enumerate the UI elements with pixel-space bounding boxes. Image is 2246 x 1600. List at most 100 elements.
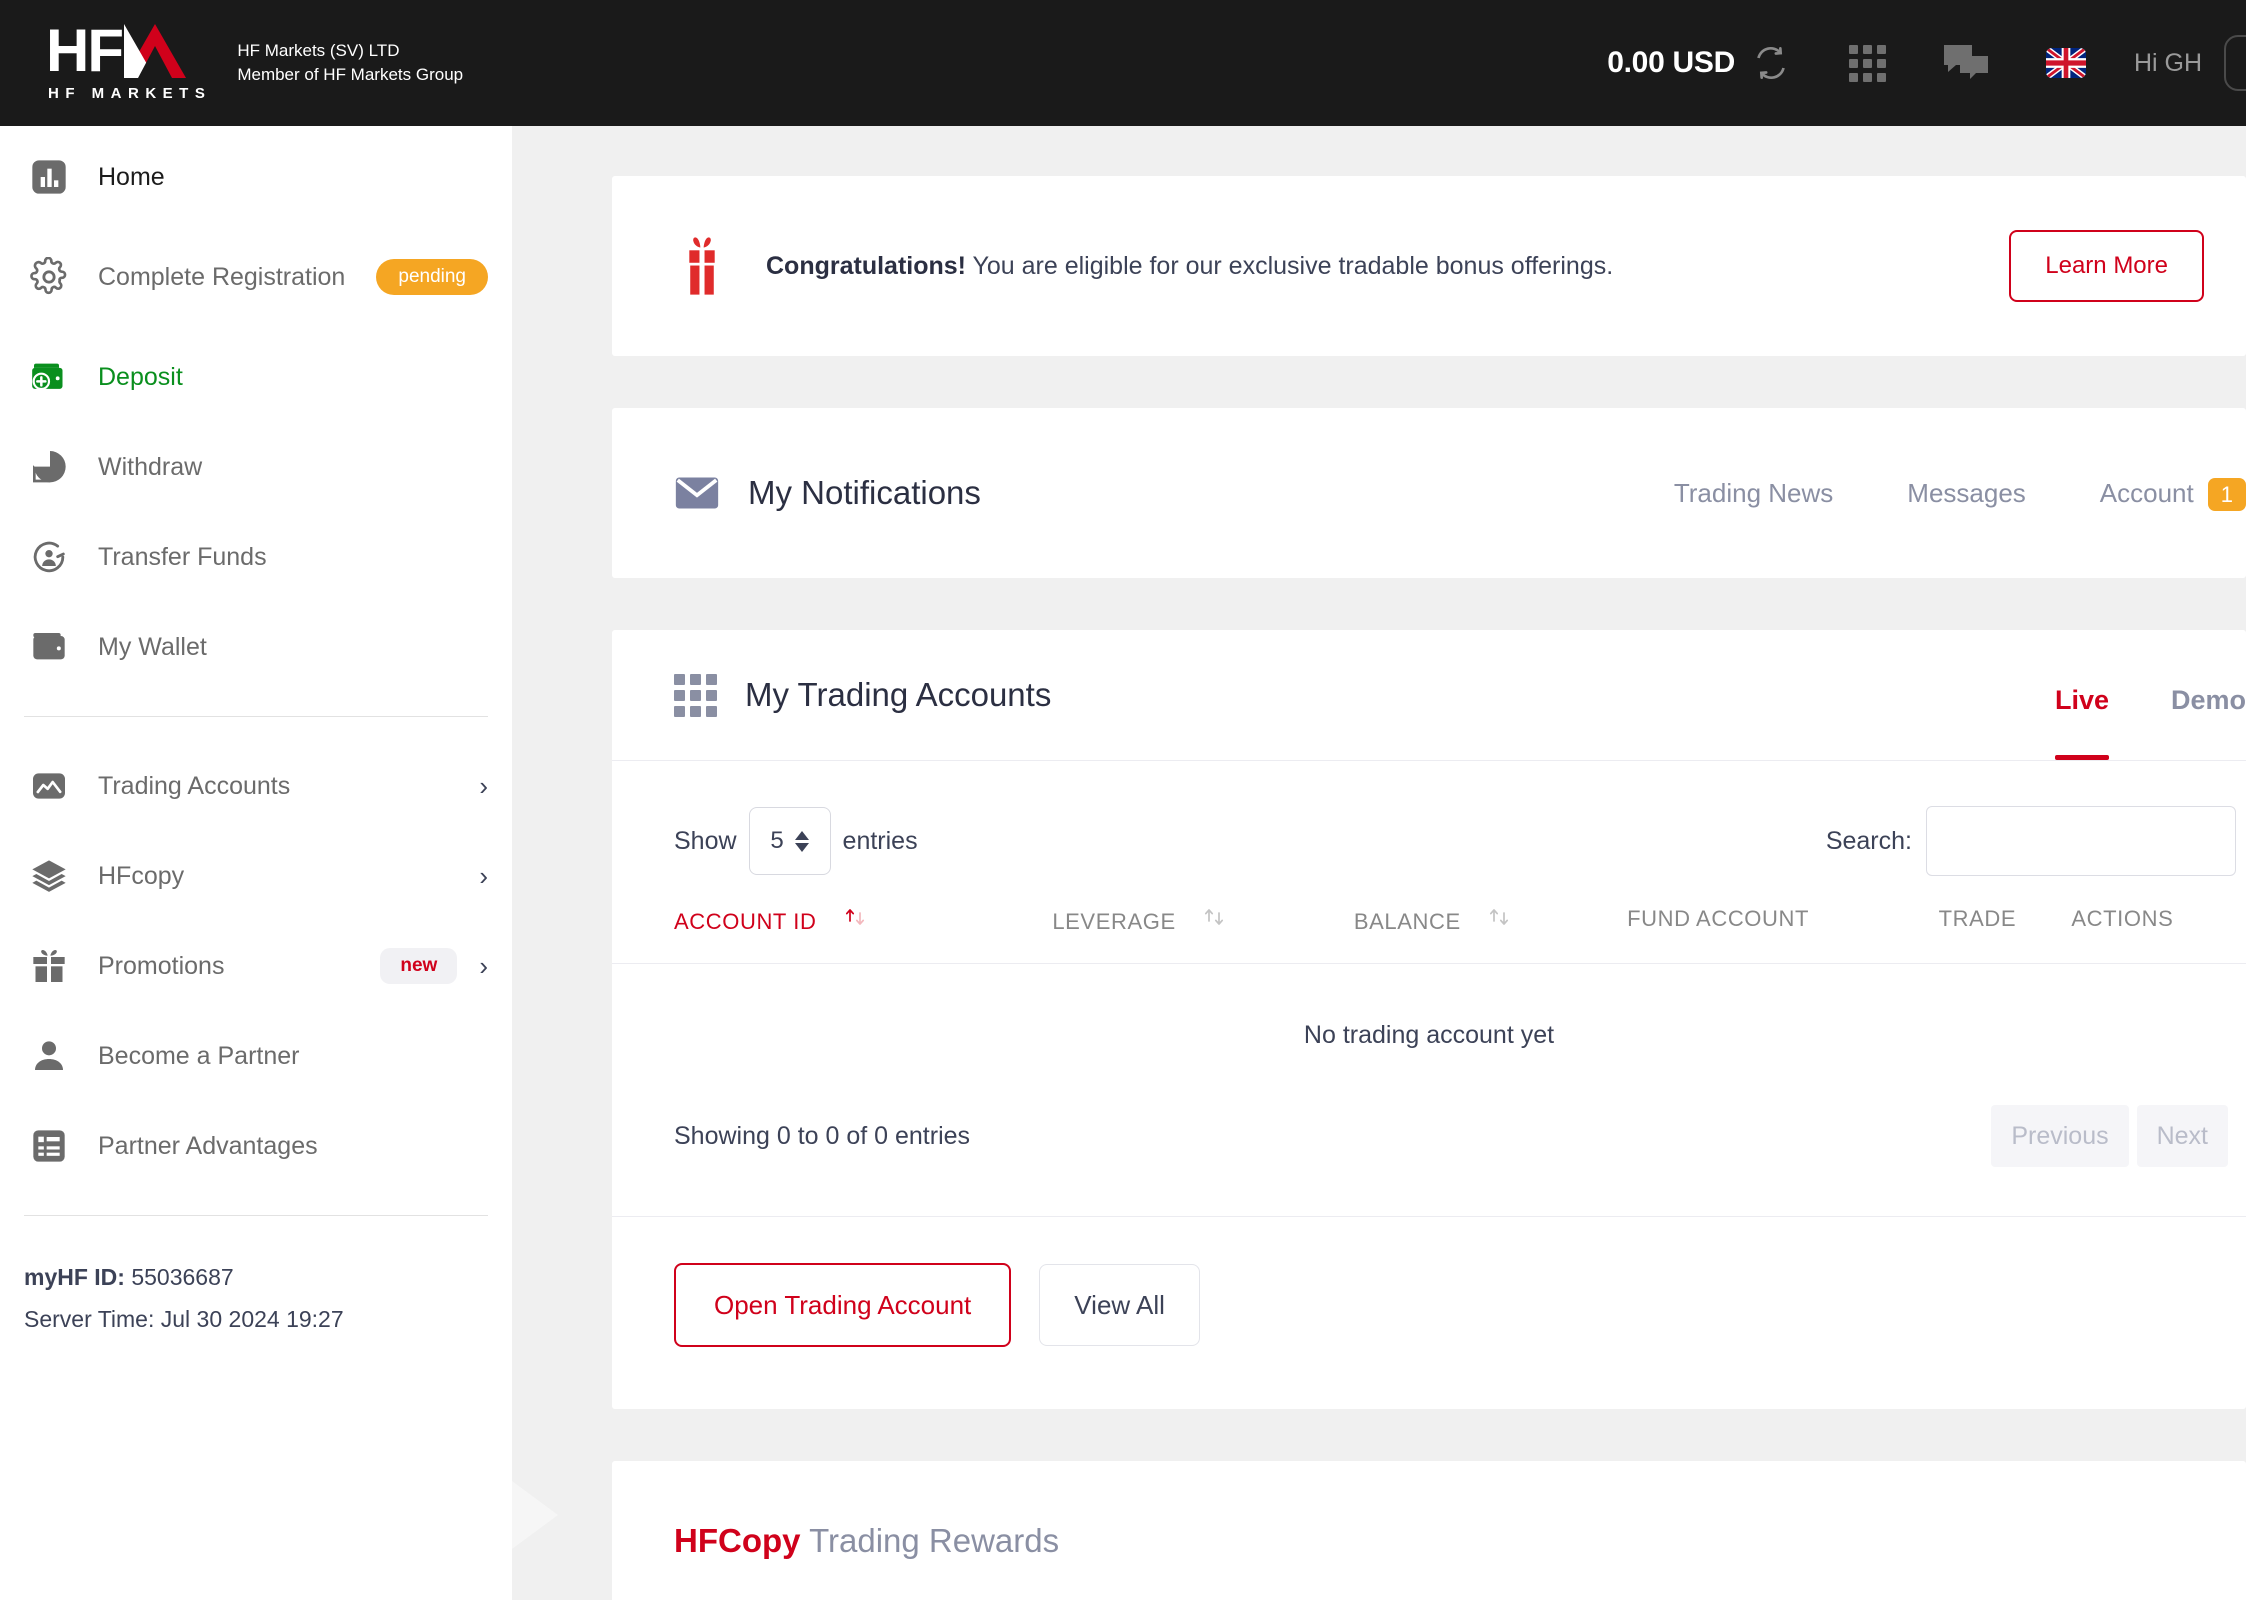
tab-messages[interactable]: Messages xyxy=(1907,477,2026,509)
bar-chart-icon xyxy=(26,154,72,200)
column-leverage[interactable]: LEVERAGE xyxy=(1052,873,1354,964)
user-greeting[interactable]: Hi GH xyxy=(2134,49,2202,78)
top-bar: HF HF MARKETS HF Markets (SV) LTD Member… xyxy=(0,0,2246,126)
server-time-value: Jul 30 2024 19:27 xyxy=(161,1306,344,1332)
sidebar-item-partner-advantages[interactable]: Partner Advantages xyxy=(0,1101,512,1191)
sidebar-item-become-a-partner[interactable]: Become a Partner xyxy=(0,1011,512,1101)
open-trading-account-button[interactable]: Open Trading Account xyxy=(674,1263,1011,1347)
sidebar-item-label: Home xyxy=(98,160,165,194)
tab-account[interactable]: Account 1 xyxy=(2100,477,2246,509)
logo-hf-text: HF xyxy=(46,24,122,78)
search-area: Search: xyxy=(1826,806,2236,876)
sidebar-divider-1 xyxy=(24,716,488,717)
myhf-id-label: myHF ID: xyxy=(24,1264,125,1290)
sidebar-item-transfer-funds[interactable]: Transfer Funds xyxy=(0,512,512,602)
sidebar: Home Complete Registration pending Depos… xyxy=(0,126,512,1600)
uk-flag-icon[interactable] xyxy=(2046,48,2086,78)
grid-dots-icon xyxy=(674,674,717,717)
chevron-right-icon: › xyxy=(479,953,488,979)
sidebar-item-hfcopy[interactable]: HFcopy › xyxy=(0,831,512,921)
wallet-plus-icon xyxy=(26,354,72,400)
layers-icon xyxy=(26,853,72,899)
next-page-button[interactable]: Next xyxy=(2137,1105,2228,1167)
column-label: LEVERAGE xyxy=(1052,909,1175,934)
tab-demo[interactable]: Demo xyxy=(2171,684,2246,760)
account-balance: 0.00 USD xyxy=(1607,46,1735,80)
hfm-logo: HF HF MARKETS xyxy=(46,24,211,102)
sidebar-divider-2 xyxy=(24,1215,488,1216)
sidebar-item-label: Partner Advantages xyxy=(98,1129,318,1163)
sidebar-item-trading-accounts[interactable]: Trading Accounts › xyxy=(0,741,512,831)
logo-subtitle: HF MARKETS xyxy=(46,85,211,102)
column-label: BALANCE xyxy=(1354,909,1461,934)
sidebar-item-label: Withdraw xyxy=(98,450,202,484)
bonus-banner: Congratulations! You are eligible for ou… xyxy=(612,176,2246,356)
table-footer: Showing 0 to 0 of 0 entries Previous Nex… xyxy=(612,1050,2246,1170)
sidebar-item-home[interactable]: Home xyxy=(0,132,512,222)
main-content: Congratulations! You are eligible for ou… xyxy=(512,126,2246,1600)
wallet-icon xyxy=(26,624,72,670)
list-icon xyxy=(26,1123,72,1169)
learn-more-button[interactable]: Learn More xyxy=(2009,230,2204,302)
column-label: ACCOUNT ID xyxy=(674,909,817,934)
table-controls: Show 5 entries Search: xyxy=(612,761,2246,873)
avatar[interactable] xyxy=(2224,35,2246,91)
hfcopy-rewards-title: HFCopy Trading Rewards xyxy=(674,1521,2246,1561)
chevron-right-icon: › xyxy=(479,773,488,799)
view-all-button[interactable]: View All xyxy=(1039,1264,1200,1346)
sidebar-item-label: Deposit xyxy=(98,360,183,394)
sidebar-collapse-arrow[interactable] xyxy=(512,1481,558,1549)
gear-icon xyxy=(26,254,72,300)
pagination: Previous Next xyxy=(1991,1105,2228,1167)
table-body: No trading account yet xyxy=(612,964,2246,1051)
sidebar-item-withdraw[interactable]: Withdraw xyxy=(0,422,512,512)
sort-icon xyxy=(843,905,869,937)
sort-icon xyxy=(1487,905,1513,937)
account-type-tabs: Live Demo xyxy=(2055,630,2246,760)
bonus-rest-text: You are eligible for our exclusive trada… xyxy=(966,252,1613,280)
chat-bubbles-icon[interactable] xyxy=(1942,42,1990,84)
trading-accounts-table: ACCOUNT ID LEVERAGE xyxy=(612,873,2246,1050)
company-line-1: HF Markets (SV) LTD xyxy=(237,39,463,63)
sidebar-item-complete-registration[interactable]: Complete Registration pending xyxy=(0,222,512,332)
column-fund-account: FUND ACCOUNT xyxy=(1627,873,1939,964)
pie-withdraw-icon xyxy=(26,444,72,490)
refresh-icon[interactable] xyxy=(1751,43,1791,83)
server-time-label: Server Time: xyxy=(24,1306,154,1332)
search-input[interactable] xyxy=(1926,806,2236,876)
hfcopy-rewards-card: HFCopy Trading Rewards xyxy=(612,1461,2246,1600)
sidebar-item-label: Become a Partner xyxy=(98,1039,300,1073)
tab-account-label: Account xyxy=(2100,478,2194,508)
sidebar-item-deposit[interactable]: Deposit xyxy=(0,332,512,422)
trading-accounts-title: My Trading Accounts xyxy=(745,675,1051,715)
new-badge: new xyxy=(380,948,457,984)
sort-icon xyxy=(1202,905,1228,937)
bonus-bold-text: Congratulations! xyxy=(766,252,966,280)
previous-page-button[interactable]: Previous xyxy=(1991,1105,2128,1167)
envelope-icon xyxy=(674,476,720,510)
hfcopy-title-brand: HFCopy xyxy=(674,1522,801,1559)
apps-grid-icon[interactable] xyxy=(1849,45,1886,82)
column-account-id[interactable]: ACCOUNT ID xyxy=(612,873,1052,964)
show-entries-label: Show xyxy=(674,826,737,856)
tab-trading-news[interactable]: Trading News xyxy=(1674,477,1833,509)
account-count-badge: 1 xyxy=(2208,478,2246,511)
top-bar-actions: 0.00 USD xyxy=(1607,0,2246,126)
sidebar-item-promotions[interactable]: Promotions new › xyxy=(0,921,512,1011)
trading-accounts-actions: Open Trading Account View All xyxy=(612,1216,2246,1409)
line-chart-icon xyxy=(26,763,72,809)
brand-logo[interactable]: HF HF MARKETS HF Markets (SV) LTD Member… xyxy=(46,24,463,102)
sidebar-item-label: Transfer Funds xyxy=(98,540,267,574)
trading-accounts-card: My Trading Accounts Live Demo Show 5 ent… xyxy=(612,630,2246,1409)
chevron-updown-icon xyxy=(795,831,809,852)
tab-live[interactable]: Live xyxy=(2055,684,2109,760)
sidebar-item-my-wallet[interactable]: My Wallet xyxy=(0,602,512,692)
table-header-row: ACCOUNT ID LEVERAGE xyxy=(612,873,2246,964)
column-balance[interactable]: BALANCE xyxy=(1354,873,1627,964)
status-badge: pending xyxy=(376,259,488,295)
person-icon xyxy=(26,1033,72,1079)
transfer-user-icon xyxy=(26,534,72,580)
server-time: Server Time: Jul 30 2024 19:27 xyxy=(24,1298,512,1340)
entries-per-page-select[interactable]: 5 xyxy=(749,807,831,875)
sidebar-item-label: HFcopy xyxy=(98,859,184,893)
